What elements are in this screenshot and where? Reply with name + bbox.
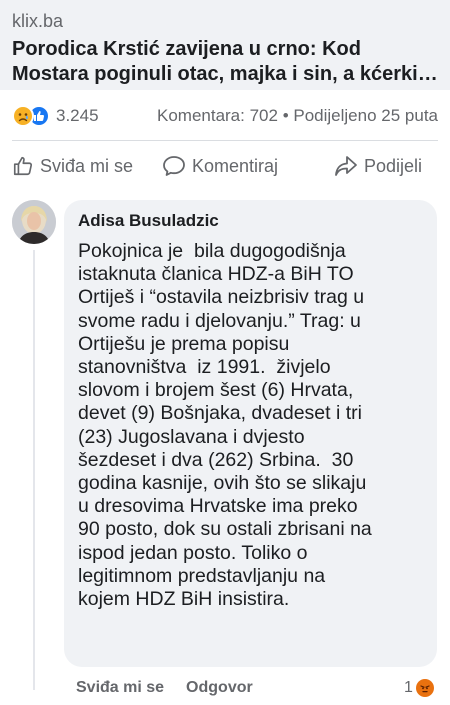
comment-text-line: stanovništva iz 1991. živjelo <box>78 356 331 379</box>
angry-icon <box>415 679 434 697</box>
comments-count[interactable]: Komentara: 702 <box>157 106 278 125</box>
comment-like-button[interactable]: Sviđa mi se <box>76 679 164 697</box>
comment-button[interactable]: Komentiraj <box>162 155 327 177</box>
comment-text-line: šezdeset i dva (262) Srbina. 30 <box>78 448 354 471</box>
stats-separator: • <box>282 106 289 125</box>
link-domain: klix.ba <box>12 11 64 31</box>
post-action-bar: Sviđa mi se Komentiraj Podijeli <box>0 148 450 184</box>
shares-count[interactable]: Podijeljeno 25 puta <box>293 106 438 125</box>
comment-text-line: (23) Jugoslavana i dvjesto <box>78 425 305 448</box>
like-button[interactable]: Sviđa mi se <box>12 155 162 177</box>
comment-reaction[interactable]: 1 <box>404 677 434 699</box>
comment-icon <box>163 156 185 176</box>
comment-reaction-count: 1 <box>404 679 413 696</box>
comment-text-line: Pokojnica je bila dugogodišnja <box>78 240 346 262</box>
reaction-count: 3.245 <box>56 106 99 125</box>
post-stats: 3.245 Komentara: 702 • Podijeljeno 25 pu… <box>0 98 450 134</box>
comment-text-line: legitimnom predstavljanju na <box>78 564 326 587</box>
link-headline-line-2: Mostara poginuli otac, majka i sin, a kć… <box>12 63 438 85</box>
link-preview-card[interactable]: klix.ba Porodica Krstić zavijena u crno:… <box>0 0 450 90</box>
comment-text-line: kojem HDZ BiH insistira. <box>78 588 290 611</box>
comment-text-line: ispod jedan posto. Toliko o <box>78 541 308 564</box>
share-button-label: Podijeli <box>363 155 422 176</box>
comment-text-line: u dresovima Hrvatske ima preko <box>78 495 358 518</box>
comment-text-line: svome radu i djelovanju.” Trag: u <box>78 309 361 332</box>
stats-right: Komentara: 702 • Podijeljeno 25 puta <box>157 106 438 126</box>
comment-bubble: Adisa Busuladzic Pokojnica je bila dugog… <box>64 200 437 667</box>
divider <box>12 140 438 141</box>
thumbs-up-icon <box>13 156 33 176</box>
link-headline-line-1: Porodica Krstić zavijena u crno: Kod <box>12 38 361 60</box>
share-icon <box>335 156 357 176</box>
comment-text-line: devet (9) Bošnjaka, dvadeset i tri <box>78 402 362 425</box>
comment-text-line: Ortiješ i “ostavila neizbrisiv trag u <box>78 286 365 309</box>
comment-text-line: slovom i brojem šest (6) Hrvata, <box>78 379 354 402</box>
share-button[interactable]: Podijeli <box>334 155 438 177</box>
comment-button-label: Komentiraj <box>192 155 279 176</box>
comment-text-line: istaknuta članica HDZ-a BiH TO <box>78 263 354 286</box>
comment-text-line: godina kasnije, ovih što se slikaju <box>78 472 367 495</box>
like-button-label: Sviđa mi se <box>40 155 134 176</box>
comment-author[interactable]: Adisa Busuladzic <box>78 210 423 232</box>
commenter-avatar[interactable] <box>12 200 56 244</box>
comment-text-line: Ortiješu je prema popisu <box>78 332 290 355</box>
comment-text-line: 90 posto, dok su ostali zbrisani na <box>78 518 372 541</box>
comment-text: Pokojnica je bila dugogodišnja istaknuta … <box>78 240 423 611</box>
sad-icon <box>12 105 34 127</box>
reactions-summary[interactable]: 3.245 <box>12 105 99 127</box>
comment-actions: Sviđa mi se Odgovor <box>76 677 253 699</box>
thread-line <box>33 250 35 690</box>
comment-reply-button[interactable]: Odgovor <box>186 679 253 697</box>
